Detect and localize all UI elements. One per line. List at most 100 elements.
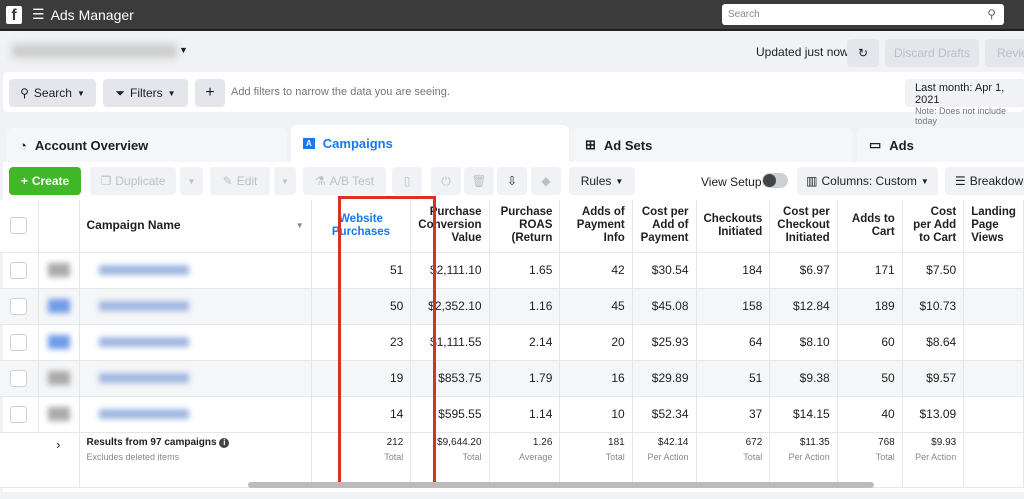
- chevron-down-icon: ▼: [76, 88, 85, 98]
- search-dropdown[interactable]: ⚲ Search ▼: [9, 79, 96, 107]
- metric-cell: [963, 252, 1024, 289]
- view-setup-label: View Setup: [701, 175, 762, 189]
- status-icon: [38, 396, 80, 433]
- header-checkouts-initiated[interactable]: Checkouts Initiated: [696, 200, 771, 253]
- chevron-down-icon: ▼: [615, 176, 624, 186]
- table-header-row: Campaign Name ▼ Website Purchases Purchas…: [0, 200, 1024, 253]
- total-cell: 181 Total: [559, 432, 633, 488]
- breakdown-icon: ☰: [955, 174, 966, 188]
- rules-dropdown[interactable]: Rules ▼: [569, 167, 635, 195]
- totals-row: › Results from 97 campaigns i Excludes de…: [0, 432, 1024, 488]
- edit-button[interactable]: ✎ Edit: [210, 167, 270, 195]
- tab-campaigns[interactable]: A Campaigns: [291, 125, 569, 162]
- search-icon: ⚲: [987, 7, 996, 21]
- row-checkbox[interactable]: [0, 252, 39, 289]
- metric-cell: 10: [559, 396, 633, 433]
- table-row[interactable]: 23 $1,111.55 2.14 20 $25.93 64 $8.10 60 $8.64: [0, 324, 1024, 361]
- account-selector[interactable]: [12, 44, 177, 58]
- row-checkbox[interactable]: [0, 324, 39, 361]
- edit-label: Edit: [236, 174, 258, 188]
- review-button[interactable]: Review: [985, 39, 1024, 67]
- tab-ads[interactable]: ▭ Ads: [857, 128, 1024, 162]
- campaign-name-link[interactable]: [79, 252, 312, 289]
- status-icon: [38, 252, 80, 289]
- header-campaign-name[interactable]: Campaign Name ▼: [79, 200, 312, 253]
- discard-drafts-button[interactable]: Discard Drafts: [885, 39, 979, 67]
- row-checkbox[interactable]: [0, 396, 39, 433]
- search-input[interactable]: Search ⚲: [722, 4, 1004, 25]
- header-cost-per-add-to-cart[interactable]: Cost per Add to Cart: [902, 200, 965, 253]
- header-adds-to-cart[interactable]: Adds to Cart: [837, 200, 903, 253]
- header-cost-per-add-payment[interactable]: Cost per Add of Payment: [632, 200, 697, 253]
- folder-icon: A: [303, 138, 315, 149]
- info-icon[interactable]: i: [219, 437, 230, 448]
- flask-icon: ⚗: [314, 174, 326, 188]
- highlight-box: [338, 196, 436, 486]
- row-checkbox[interactable]: [0, 360, 39, 397]
- delete-button[interactable]: 🗑: [464, 167, 494, 195]
- add-filter-button[interactable]: +: [195, 79, 225, 107]
- refresh-icon: ↻: [857, 46, 869, 60]
- header-cost-per-checkout[interactable]: Cost per Checkout Initiated: [769, 200, 838, 253]
- gauge-icon: ◔: [19, 137, 27, 153]
- ad-icon: ▭: [869, 137, 882, 152]
- select-all-checkbox[interactable]: [0, 200, 39, 253]
- power-button[interactable]: ⏻: [431, 167, 461, 195]
- campaign-name-link[interactable]: [79, 360, 312, 397]
- metric-cell: $7.50: [902, 252, 965, 289]
- campaigns-table: Campaign Name ▼ Website Purchases Purchas…: [0, 200, 1024, 488]
- campaign-name-link[interactable]: [79, 324, 312, 361]
- horizontal-scrollbar[interactable]: [248, 482, 874, 488]
- view-setup-toggle[interactable]: [762, 173, 788, 188]
- metric-cell: 189: [837, 288, 903, 325]
- header-landing-page-views[interactable]: Landing Page Views: [963, 200, 1024, 253]
- date-range: Last month: Apr 1, 2021: [915, 82, 1005, 106]
- table-row[interactable]: 19 $853.75 1.79 16 $29.89 51 $9.38 50 $9.57: [0, 360, 1024, 397]
- status-icon: [38, 360, 80, 397]
- metric-cell: 45: [559, 288, 633, 325]
- edit-dropdown[interactable]: ▼: [274, 167, 296, 195]
- metric-cell: 2.14: [489, 324, 561, 361]
- totals-sub: Excludes deleted items: [86, 451, 180, 462]
- tab-ad-sets[interactable]: ⊞ Ad Sets: [573, 128, 853, 162]
- table-row[interactable]: 14 $595.55 1.14 10 $52.34 37 $14.15 40 $13.09: [0, 396, 1024, 433]
- metric-cell: $29.89: [632, 360, 697, 397]
- table-row[interactable]: 51 $2,111.10 1.65 42 $30.54 184 $6.97 171 $7.50: [0, 252, 1024, 289]
- date-range-picker[interactable]: Last month: Apr 1, 2021 Note: Does not in…: [905, 79, 1024, 126]
- create-button[interactable]: + Create: [9, 167, 81, 195]
- total-cell: 1.26 Average: [489, 432, 561, 488]
- chevron-down-icon[interactable]: ▼: [179, 45, 188, 55]
- tag-button[interactable]: ◆: [531, 167, 561, 195]
- metric-cell: 37: [696, 396, 771, 433]
- table-row[interactable]: 50 $2,352.10 1.16 45 $45.08 158 $12.84 189 $10.7…: [0, 288, 1024, 325]
- metric-cell: [963, 324, 1024, 361]
- duplicate-button[interactable]: ❐ Duplicate: [90, 167, 176, 195]
- ab-test-label: A/B Test: [329, 174, 375, 188]
- columns-dropdown[interactable]: ▥ Columns: Custom ▼: [797, 167, 938, 195]
- expand-chevron-icon[interactable]: ›: [38, 432, 80, 488]
- header-adds-of-payment-info[interactable]: Adds of Payment Info: [559, 200, 633, 253]
- metric-cell: [963, 360, 1024, 397]
- row-checkbox[interactable]: [0, 288, 39, 325]
- search-label: Search: [33, 86, 72, 100]
- breakdown-dropdown[interactable]: ☰ Breakdown: [945, 167, 1024, 195]
- refresh-button[interactable]: ↻: [847, 39, 879, 67]
- facebook-logo-icon[interactable]: f: [6, 5, 22, 24]
- tab-account-overview[interactable]: ◔ Account Overview: [7, 128, 287, 162]
- filter-icon: ⏷: [115, 85, 125, 100]
- trash-icon: 🗑: [471, 174, 487, 188]
- metric-cell: $13.09: [902, 396, 965, 433]
- filters-dropdown[interactable]: ⏷ Filters ▼: [103, 79, 188, 107]
- ab-test-button[interactable]: ⚗ A/B Test: [303, 167, 386, 195]
- export-button[interactable]: ⇩: [497, 167, 527, 195]
- total-cell: $9.93 Per Action: [902, 432, 965, 488]
- metric-cell: $8.64: [902, 324, 965, 361]
- campaign-name-link[interactable]: [79, 288, 312, 325]
- campaign-name-link[interactable]: [79, 396, 312, 433]
- duplicate-dropdown[interactable]: ▼: [180, 167, 203, 195]
- tab-label: Ads: [889, 137, 914, 153]
- hamburger-menu-icon[interactable]: ☰: [32, 6, 45, 23]
- updated-status: Updated just now: [756, 45, 849, 59]
- header-purchase-roas[interactable]: Purchase ROAS (Return: [489, 200, 561, 253]
- archive-button[interactable]: ▯: [392, 167, 422, 195]
